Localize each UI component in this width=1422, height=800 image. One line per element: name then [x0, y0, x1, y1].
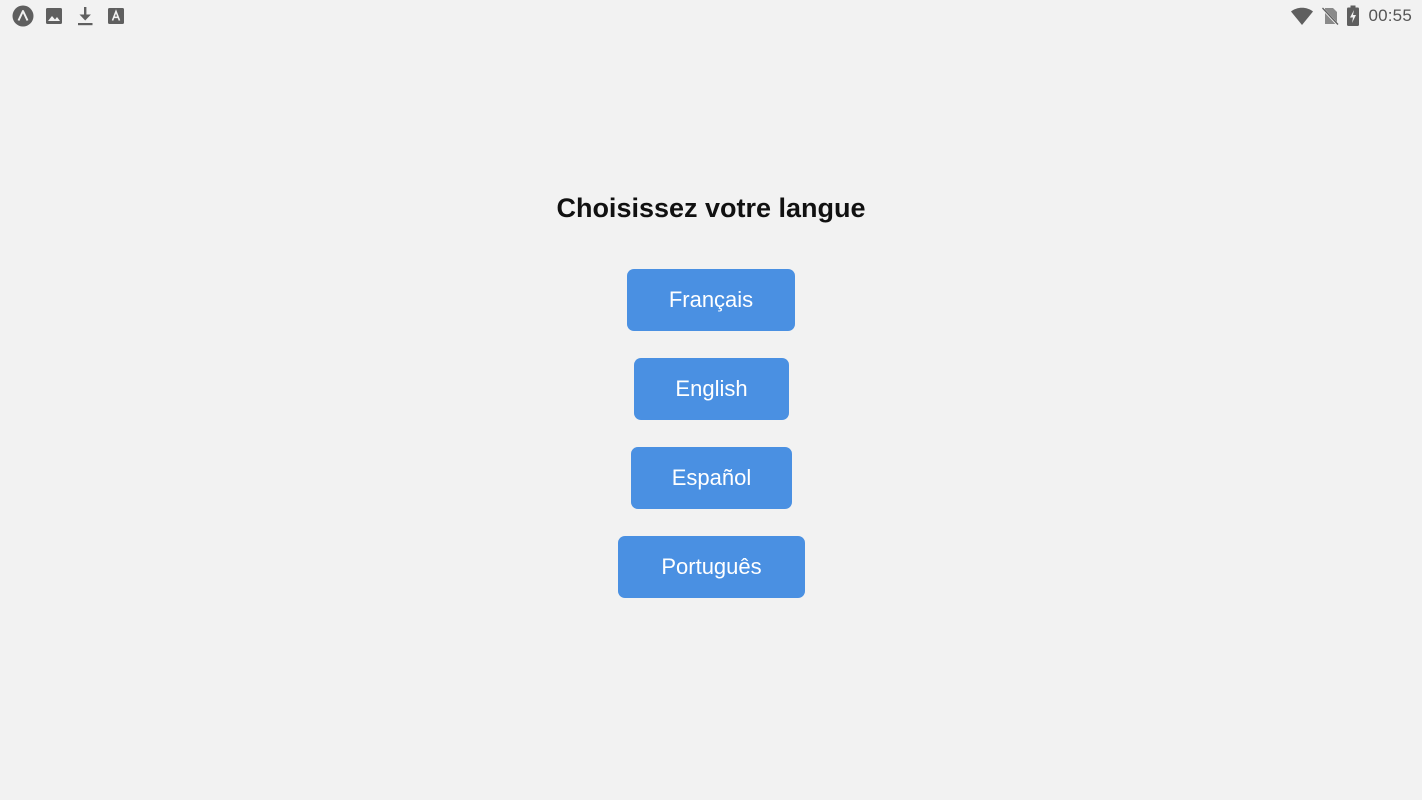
language-button-spanish[interactable]: Español: [631, 447, 792, 509]
system-icons: 00:55: [1290, 4, 1412, 28]
language-button-french[interactable]: Français: [627, 269, 795, 331]
wifi-icon: [1290, 5, 1314, 27]
notification-icons: [12, 5, 136, 27]
language-button-portuguese[interactable]: Português: [618, 536, 805, 598]
page-title: Choisissez votre langue: [556, 193, 866, 223]
status-clock: 00:55: [1368, 6, 1412, 25]
image-icon: [43, 5, 65, 27]
status-bar: 00:55: [0, 0, 1422, 32]
font-icon: [105, 5, 127, 27]
battery-charging-icon: [1346, 5, 1360, 27]
download-icon: [74, 5, 96, 27]
language-button-english[interactable]: English: [634, 358, 789, 420]
app-logo-icon: [12, 5, 34, 27]
no-sim-icon: [1320, 5, 1340, 27]
